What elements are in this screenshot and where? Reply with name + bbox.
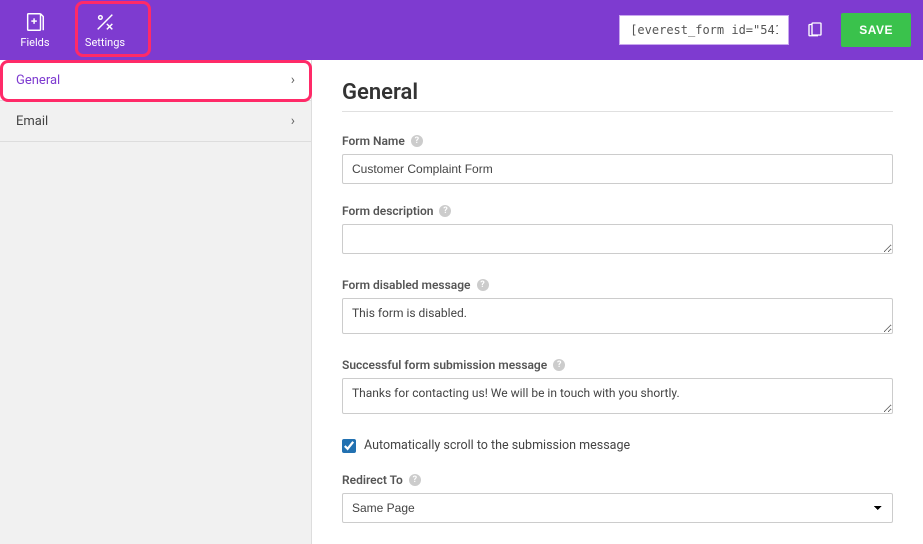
form-description-label: Form description bbox=[342, 204, 433, 218]
topbar-right: SAVE bbox=[619, 13, 911, 47]
form-disabled-label: Form disabled message bbox=[342, 278, 471, 292]
field-form-description: Form description ? bbox=[342, 204, 893, 258]
shortcode-input[interactable] bbox=[619, 15, 789, 45]
help-icon[interactable]: ? bbox=[553, 359, 565, 371]
fields-icon bbox=[24, 11, 46, 33]
success-message-input[interactable] bbox=[342, 378, 893, 414]
form-name-input[interactable] bbox=[342, 154, 893, 184]
form-disabled-input[interactable] bbox=[342, 298, 893, 334]
auto-scroll-label: Automatically scroll to the submission m… bbox=[364, 438, 630, 453]
help-icon[interactable]: ? bbox=[439, 205, 451, 217]
save-button[interactable]: SAVE bbox=[841, 13, 911, 47]
tab-fields-label: Fields bbox=[20, 36, 49, 49]
sidebar-item-label: Email bbox=[16, 114, 48, 129]
sidebar-item-email[interactable]: Email › bbox=[0, 101, 311, 142]
chevron-right-icon: › bbox=[291, 113, 295, 129]
main-panel: General Form Name ? Form description ? F… bbox=[312, 60, 923, 544]
redirect-select[interactable]: Same Page bbox=[342, 493, 893, 523]
topbar: Fields Settings SAVE bbox=[0, 0, 923, 60]
success-message-label: Successful form submission message bbox=[342, 358, 547, 372]
settings-icon bbox=[94, 11, 116, 33]
tab-fields[interactable]: Fields bbox=[0, 0, 70, 60]
topbar-tabs: Fields Settings bbox=[0, 0, 140, 60]
divider bbox=[342, 111, 893, 112]
help-icon[interactable]: ? bbox=[477, 279, 489, 291]
sidebar-item-label: General bbox=[16, 73, 60, 88]
field-success-message: Successful form submission message ? bbox=[342, 358, 893, 418]
tab-settings-label: Settings bbox=[85, 36, 125, 49]
auto-scroll-checkbox[interactable] bbox=[342, 439, 356, 453]
help-icon[interactable]: ? bbox=[411, 135, 423, 147]
tab-settings[interactable]: Settings bbox=[70, 0, 140, 60]
auto-scroll-checkbox-row[interactable]: Automatically scroll to the submission m… bbox=[342, 438, 893, 453]
field-form-name: Form Name ? bbox=[342, 134, 893, 184]
sidebar-item-general[interactable]: General › bbox=[0, 60, 311, 101]
body: General › Email › General Form Name ? Fo… bbox=[0, 60, 923, 544]
help-icon[interactable]: ? bbox=[409, 474, 421, 486]
field-redirect: Redirect To ? Same Page bbox=[342, 473, 893, 523]
redirect-label: Redirect To bbox=[342, 473, 403, 487]
field-form-disabled: Form disabled message ? bbox=[342, 278, 893, 338]
page-title: General bbox=[342, 80, 893, 105]
settings-sidebar: General › Email › bbox=[0, 60, 312, 544]
form-description-input[interactable] bbox=[342, 224, 893, 254]
copy-shortcode-button[interactable] bbox=[799, 14, 831, 46]
form-name-label: Form Name bbox=[342, 134, 405, 148]
clipboard-icon bbox=[806, 20, 824, 41]
chevron-right-icon: › bbox=[291, 72, 295, 88]
